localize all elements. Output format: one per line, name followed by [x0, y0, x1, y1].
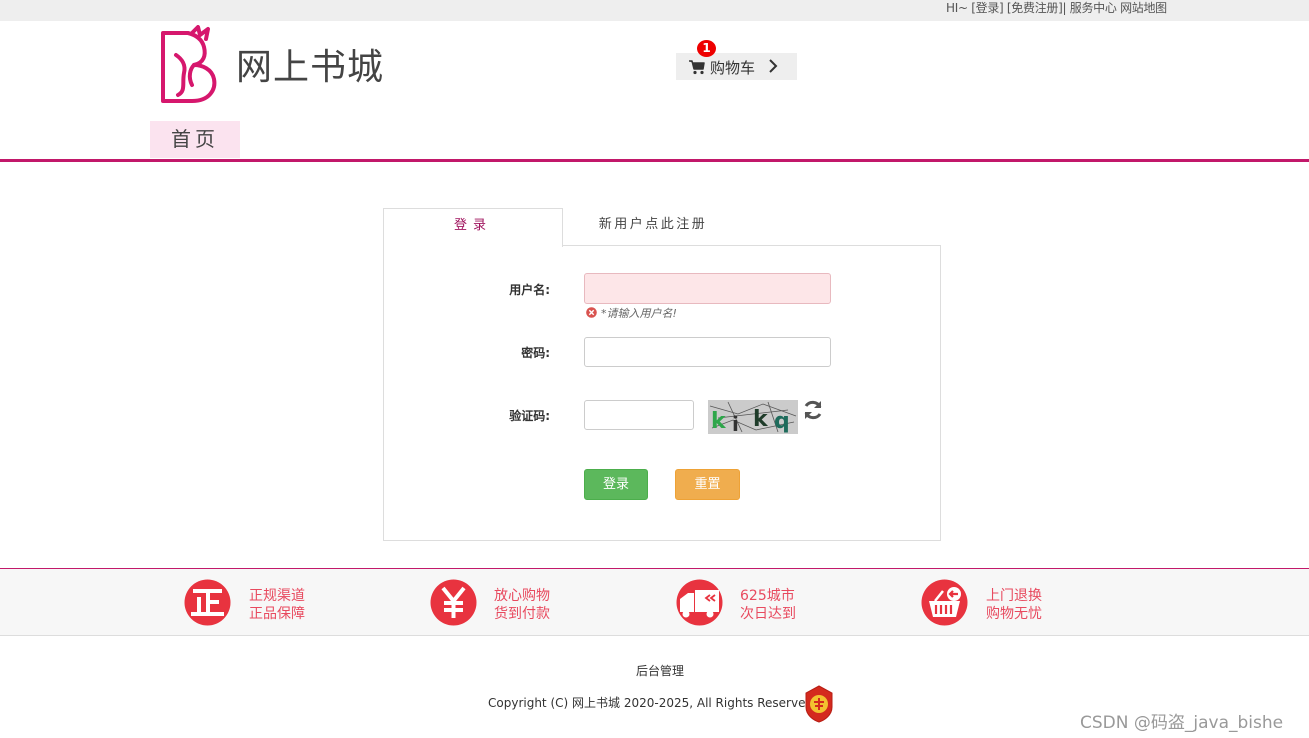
feature-4-line1: 上门退换 [986, 588, 1042, 604]
password-label: 密码: [521, 346, 550, 360]
error-icon [586, 307, 597, 318]
feature-3-line2: 次日达到 [740, 606, 796, 622]
username-input[interactable] [584, 273, 831, 304]
tab-register[interactable]: 新用户点此注册 [563, 208, 743, 245]
captcha-input[interactable] [584, 400, 694, 430]
feature-4-line2: 购物无忧 [986, 606, 1042, 622]
tab-login[interactable]: 登录 [383, 208, 563, 247]
cart-label: 购物车 [710, 59, 756, 77]
copyright-text: Copyright (C) 网上书城 2020-2025, All Rights… [488, 696, 814, 710]
logo-icon[interactable] [158, 25, 218, 105]
police-badge-icon[interactable] [804, 685, 834, 723]
refresh-icon[interactable] [802, 399, 824, 421]
chevron-right-icon [769, 59, 778, 73]
feature-1-line2: 正品保障 [249, 606, 305, 622]
yuan-icon [430, 579, 477, 626]
greeting-text: HI~ [946, 1, 968, 15]
service-center-link[interactable]: 服务中心 [1070, 1, 1117, 15]
captcha-label: 验证码: [509, 409, 550, 423]
admin-link[interactable]: 后台管理 [636, 662, 684, 679]
cart-button[interactable]: 购物车 [676, 53, 797, 80]
username-error-message: *请输入用户名! [601, 307, 677, 320]
feature-2-line1: 放心购物 [494, 588, 550, 604]
nav-home[interactable]: 首页 [150, 121, 240, 158]
svg-text:k: k [711, 409, 727, 434]
feature-1-line1: 正规渠道 [249, 588, 305, 604]
basket-icon [921, 579, 968, 626]
svg-text:k: k [753, 407, 769, 432]
truck-icon [676, 579, 723, 626]
nav-divider [0, 159, 1309, 162]
reset-button[interactable]: 重置 [675, 469, 740, 500]
captcha-image[interactable]: k i k q [708, 400, 798, 434]
login-button[interactable]: 登录 [584, 469, 648, 500]
svg-text:i: i [732, 412, 739, 434]
password-input[interactable] [584, 337, 831, 367]
top-links: HI~ [登录] [免费注册]| 服务中心 网站地图 [946, 0, 1167, 16]
svg-text:q: q [774, 409, 790, 434]
username-label: 用户名: [509, 283, 550, 297]
genuine-icon [184, 579, 231, 626]
feature-3-line1: 625城市 [740, 588, 795, 604]
register-link[interactable]: [免费注册]| [1007, 1, 1067, 15]
cart-count-badge: 1 [697, 40, 716, 57]
site-name: 网上书城 [236, 47, 385, 88]
sitemap-link[interactable]: 网站地图 [1120, 1, 1167, 15]
page: HI~ [登录] [免费注册]| 服务中心 网站地图 网上书城 购物车 1 首页 [0, 0, 1309, 738]
shopping-cart-icon [689, 60, 705, 75]
top-bar: HI~ [登录] [免费注册]| 服务中心 网站地图 [0, 0, 1309, 21]
feature-2-line2: 货到付款 [494, 606, 550, 622]
login-link[interactable]: [登录] [971, 1, 1003, 15]
watermark-text: CSDN @码盗_java_bishe [1080, 713, 1284, 733]
